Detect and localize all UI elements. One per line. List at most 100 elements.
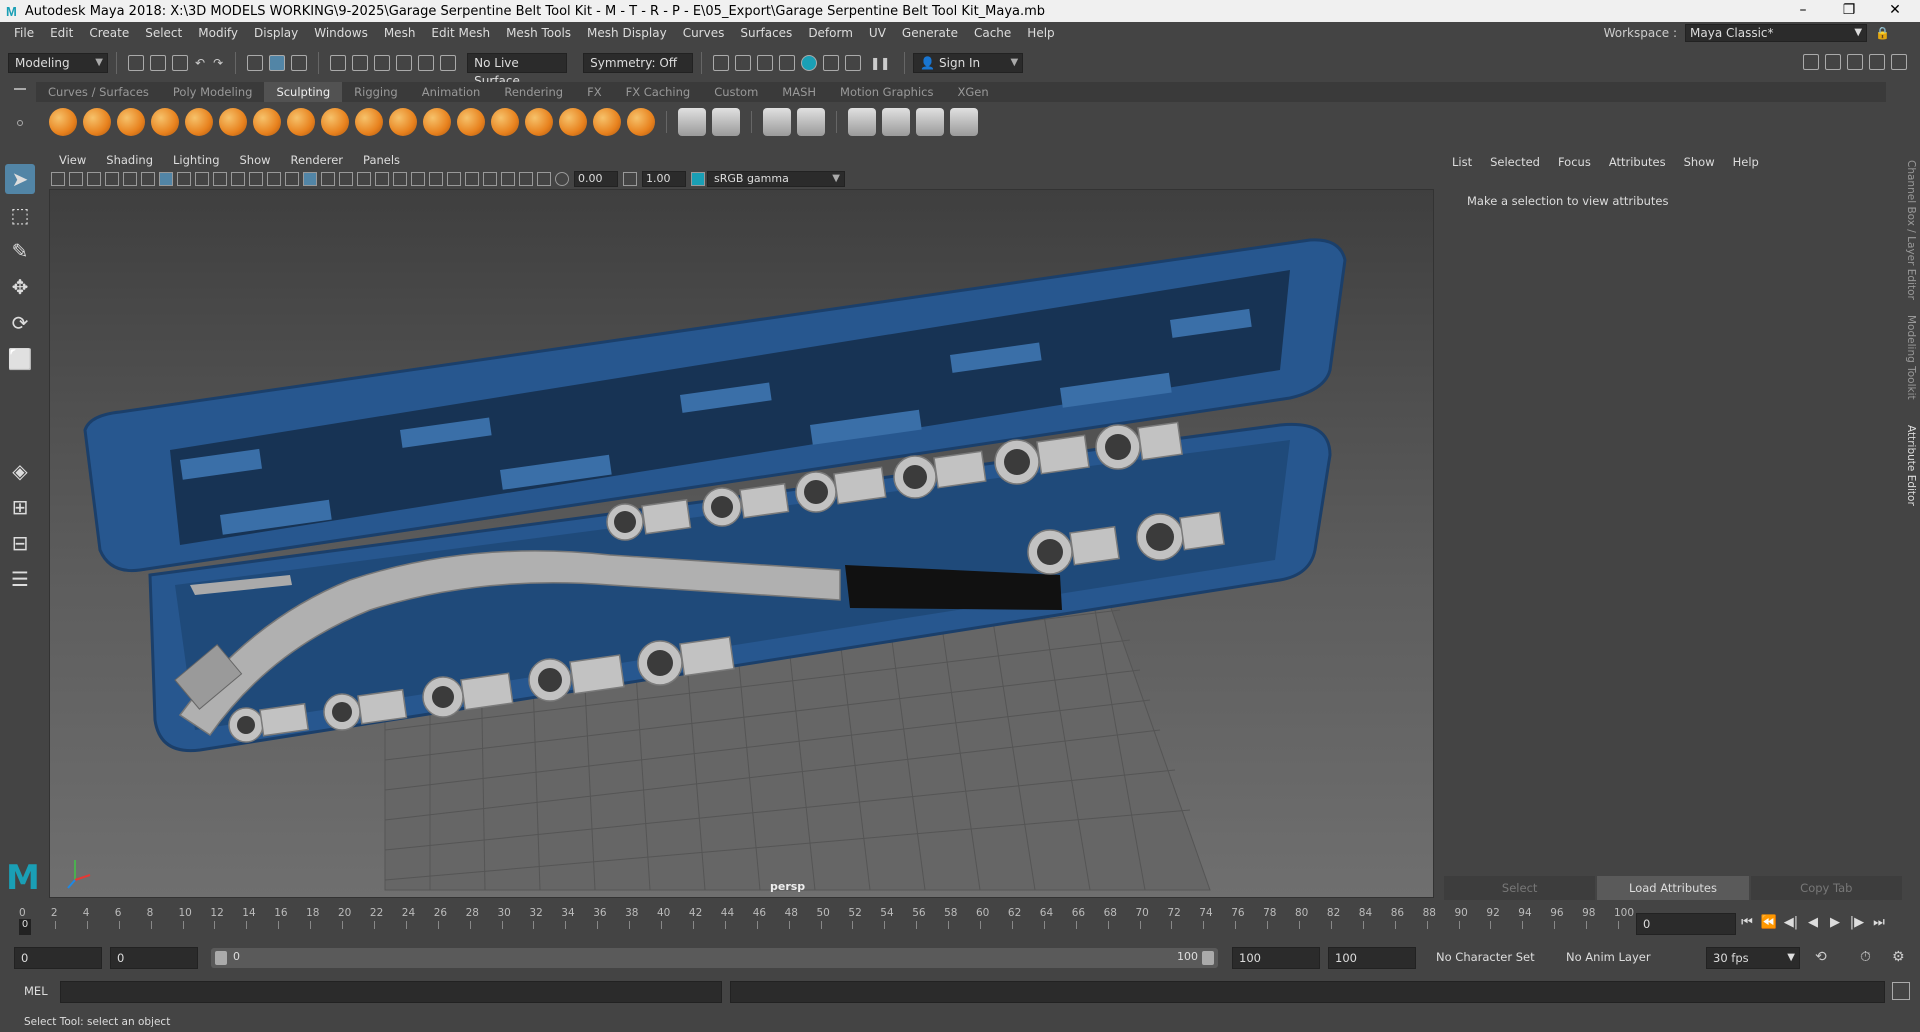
pinch-tool-icon[interactable] xyxy=(185,108,213,136)
attr-menu-list[interactable]: List xyxy=(1443,150,1481,174)
snap-grid-icon[interactable] xyxy=(330,55,347,71)
menu-cache[interactable]: Cache xyxy=(966,22,1019,44)
wireframe-on-shaded-icon[interactable] xyxy=(339,172,353,186)
isolate-select-icon[interactable] xyxy=(483,172,497,186)
eraser-icon[interactable] xyxy=(950,108,978,136)
menu-windows[interactable]: Windows xyxy=(306,22,376,44)
viewport-menu-renderer[interactable]: Renderer xyxy=(281,151,354,169)
repeat-tool-icon[interactable] xyxy=(321,108,349,136)
menu-uv[interactable]: UV xyxy=(861,22,894,44)
fill-tool-icon[interactable] xyxy=(457,108,485,136)
gate-mask-icon[interactable] xyxy=(213,172,227,186)
ipr-render-icon[interactable] xyxy=(757,55,774,71)
attr-menu-attributes[interactable]: Attributes xyxy=(1600,150,1675,174)
foamy-tool-icon[interactable] xyxy=(253,108,281,136)
shelf-tab-fx[interactable]: FX xyxy=(575,82,614,102)
camera-attributes-icon[interactable] xyxy=(69,172,83,186)
shelf-tab-rendering[interactable]: Rendering xyxy=(492,82,575,102)
animation-prefs-icon[interactable]: ⚙ xyxy=(1892,949,1905,965)
2d-pan-zoom-icon[interactable] xyxy=(123,172,137,186)
grid-toggle-icon[interactable] xyxy=(159,172,173,186)
character-set-dropdown[interactable]: No Character Set xyxy=(1430,947,1550,969)
menu-set-dropdown[interactable]: Modeling ▼ xyxy=(8,53,108,73)
pose-space-icon[interactable] xyxy=(797,108,825,136)
xray-active-icon[interactable] xyxy=(537,172,551,186)
menu-help[interactable]: Help xyxy=(1019,22,1062,44)
gamma-icon[interactable] xyxy=(623,172,637,186)
range-end-handle[interactable] xyxy=(1202,951,1214,965)
symmetry-dropdown[interactable]: Symmetry: Off xyxy=(583,53,694,73)
wax-tool-icon[interactable] xyxy=(389,108,417,136)
wireframe-icon[interactable] xyxy=(285,172,299,186)
menu-mesh-display[interactable]: Mesh Display xyxy=(579,22,675,44)
two-view-layout-icon[interactable]: ⊟ xyxy=(5,528,35,558)
toggle-attribute-editor-icon[interactable] xyxy=(1847,54,1863,70)
menu-mesh-tools[interactable]: Mesh Tools xyxy=(498,22,579,44)
color-management-icon[interactable] xyxy=(691,172,705,186)
shelf-tab-rigging[interactable]: Rigging xyxy=(342,82,410,102)
grease-pencil-icon[interactable] xyxy=(141,172,155,186)
range-slider[interactable]: 0 100 xyxy=(211,948,1218,968)
attr-menu-help[interactable]: Help xyxy=(1724,150,1768,174)
menu-edit[interactable]: Edit xyxy=(42,22,81,44)
bulge-tool-icon[interactable] xyxy=(559,108,587,136)
layer-icon[interactable] xyxy=(882,108,910,136)
exposure-icon[interactable] xyxy=(555,172,569,186)
select-button[interactable]: Select xyxy=(1444,876,1596,900)
end-time-field[interactable]: 100 xyxy=(1328,947,1416,969)
menu-file[interactable]: File xyxy=(6,22,42,44)
snap-pivot-icon[interactable] xyxy=(440,55,457,71)
field-chart-icon[interactable] xyxy=(231,172,245,186)
select-camera-icon[interactable] xyxy=(51,172,65,186)
four-view-layout-icon[interactable]: ⊞ xyxy=(5,492,35,522)
render-current-icon[interactable] xyxy=(735,55,752,71)
new-scene-icon[interactable] xyxy=(128,55,144,71)
menu-create[interactable]: Create xyxy=(81,22,137,44)
snap-view-icon[interactable] xyxy=(396,55,413,71)
play-forwards-icon[interactable]: ▶ xyxy=(1824,915,1846,930)
hypershade-icon[interactable] xyxy=(801,55,818,71)
menu-edit-mesh[interactable]: Edit Mesh xyxy=(423,22,498,44)
menu-curves[interactable]: Curves xyxy=(675,22,733,44)
shelf-tab-poly-modeling[interactable]: Poly Modeling xyxy=(161,82,265,102)
relax-tool-icon[interactable] xyxy=(117,108,145,136)
tab-modeling-toolkit[interactable]: Modeling Toolkit xyxy=(1905,315,1917,400)
shelf-tab-mash[interactable]: MASH xyxy=(770,82,828,102)
depth-of-field-icon[interactable] xyxy=(465,172,479,186)
rotate-tool-icon[interactable]: ⟳ xyxy=(5,308,35,338)
animation-start-field[interactable]: 0 xyxy=(110,947,198,969)
shelf-tab-motion-graphics[interactable]: Motion Graphics xyxy=(828,82,945,102)
viewport-menu-shading[interactable]: Shading xyxy=(96,151,163,169)
exposure-field[interactable]: 0.00 xyxy=(574,171,618,187)
default-material-icon[interactable] xyxy=(321,172,335,186)
sign-in-button[interactable]: 👤 Sign In ▼ xyxy=(913,53,1024,73)
go-to-end-icon[interactable]: ⏭ xyxy=(1868,915,1890,930)
pause-icon[interactable]: ❚❚ xyxy=(870,56,890,70)
film-gate-icon[interactable] xyxy=(177,172,191,186)
shadows-icon[interactable] xyxy=(393,172,407,186)
spray-tool-icon[interactable] xyxy=(287,108,315,136)
open-scene-icon[interactable] xyxy=(150,55,166,71)
shelf-tab-custom[interactable]: Custom xyxy=(702,82,770,102)
image-plane-icon[interactable] xyxy=(105,172,119,186)
menu-modify[interactable]: Modify xyxy=(190,22,246,44)
time-slider[interactable]: 0 2 4 6 8 10 12 14 16 18 20 22 24 26 28 30 32 34 36 38 40 42 4… xyxy=(15,905,1634,937)
sculpt-tool-icon[interactable] xyxy=(49,108,77,136)
step-back-frame-icon[interactable]: ◀| xyxy=(1780,915,1802,930)
safe-action-icon[interactable] xyxy=(249,172,263,186)
xray-joints-icon[interactable] xyxy=(519,172,533,186)
menu-select[interactable]: Select xyxy=(137,22,190,44)
playhead[interactable]: 0 xyxy=(19,919,31,935)
menu-surfaces[interactable]: Surfaces xyxy=(732,22,800,44)
shelf-tab-curves-surfaces[interactable]: Curves / Surfaces xyxy=(36,82,161,102)
toggle-channel-box-icon[interactable] xyxy=(1891,54,1907,70)
grab-tool-icon[interactable] xyxy=(151,108,179,136)
shelf-tab-animation[interactable]: Animation xyxy=(410,82,493,102)
play-backwards-icon[interactable]: ◀ xyxy=(1802,915,1824,930)
gamma-field[interactable]: 1.00 xyxy=(642,171,686,187)
workspace-dropdown[interactable]: Maya Classic* ▼ xyxy=(1685,24,1868,42)
lasso-tool-icon[interactable]: ⬚ xyxy=(5,200,35,230)
scrape-tool-icon[interactable] xyxy=(423,108,451,136)
tab-channel-box[interactable]: Channel Box / Layer Editor xyxy=(1905,160,1917,300)
copy-tab-button[interactable]: Copy Tab xyxy=(1750,876,1902,900)
